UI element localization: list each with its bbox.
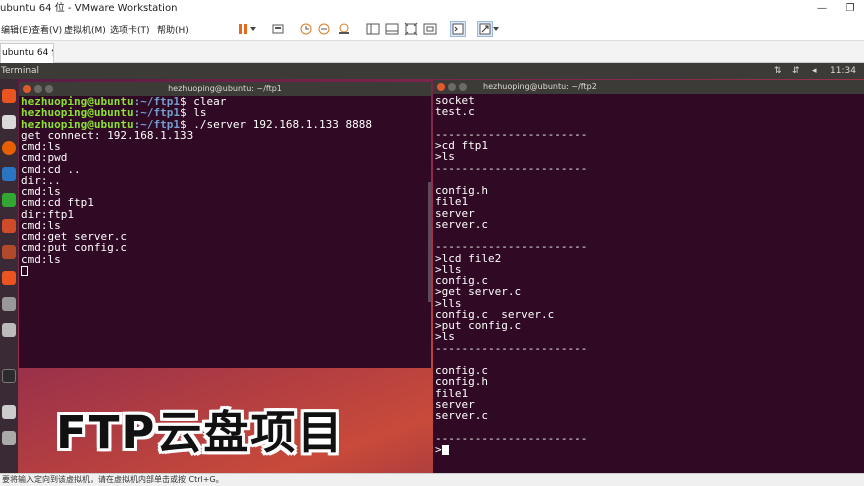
terminal-icon[interactable] [2, 369, 16, 383]
workspace-icon[interactable] [2, 405, 16, 419]
terminal-line: >get server.c [435, 285, 522, 299]
disk-icon[interactable] [2, 323, 16, 337]
ubuntu-top-panel: Terminal ⇅ ⇵ ◂ 11:34 PM [0, 63, 864, 92]
trash-icon[interactable] [2, 431, 16, 445]
close-icon[interactable] [437, 83, 445, 91]
terminal-line: cmd:cd .. [21, 162, 81, 176]
window-title: ubuntu 64 位 - VMware Workstation [0, 3, 178, 14]
video-caption: FTP云盘项目 [56, 406, 345, 459]
terminal-line: config.h [435, 375, 488, 389]
terminal-console-icon[interactable] [450, 21, 466, 37]
terminal-line: >cd ftp1 [435, 139, 488, 152]
menu-edit[interactable]: 编辑(E) [1, 23, 32, 36]
terminal-title: hezhuoping@ubuntu: ~/ftp2 [483, 82, 597, 91]
menu-help[interactable]: 帮助(H) [157, 23, 189, 36]
settings-icon[interactable] [2, 297, 16, 311]
amazon-icon[interactable] [2, 271, 16, 285]
chevron-down-icon[interactable] [492, 21, 500, 37]
terminal-line: >ls [435, 330, 455, 344]
terminal-line: file1 [435, 195, 469, 209]
terminal-line: cmd:ls [21, 140, 61, 153]
impress-icon[interactable] [2, 219, 16, 233]
terminal-line: ----------------------- [435, 341, 588, 355]
active-app-name: Terminal [1, 66, 40, 76]
network-icon[interactable]: ⇵ [792, 63, 800, 79]
terminal-line: server.c [435, 217, 488, 231]
terminal-line: server.c [435, 409, 488, 422]
vm-tab-label: ubuntu 64 位 [2, 48, 53, 58]
window-controls: — ❐ [808, 0, 864, 17]
text-cursor [21, 265, 28, 276]
menu-tabs[interactable]: 选项卡(T) [110, 23, 150, 36]
terminal-title: hezhuoping@ubuntu: ~/ftp1 [168, 84, 282, 93]
send-keys-icon[interactable] [270, 21, 286, 37]
keyboard-icon[interactable]: ⇅ [774, 63, 782, 79]
terminal-window-ftp1[interactable]: hezhuoping@ubuntu: ~/ftp1 hezhuoping@ubu… [19, 82, 431, 368]
terminal-output: hezhuoping@ubuntu:~/ftp1$ clear hezhuopin… [21, 96, 372, 276]
library-icon[interactable] [365, 21, 381, 37]
terminal-window-ftp2[interactable]: hezhuoping@ubuntu: ~/ftp2 socket test.c -… [433, 80, 864, 473]
minimize-button[interactable]: — [808, 0, 836, 17]
terminal-line: ----------------------- [435, 240, 588, 254]
menu-view[interactable]: 查看(V) [31, 23, 62, 36]
command-text: $ ./server 192.168.1.133 8888 [179, 117, 373, 131]
ubuntu-dash-icon[interactable] [2, 89, 16, 103]
minimize-icon[interactable] [448, 83, 456, 91]
restore-button[interactable]: ❐ [836, 0, 864, 17]
software-center-icon[interactable] [2, 245, 16, 259]
terminal-line: cmd:put config.c [21, 241, 127, 255]
terminal-line: > [435, 443, 587, 455]
terminal-line: cmd:ls [21, 252, 61, 266]
terminal-line: cmd:pwd [21, 151, 68, 165]
files-icon[interactable] [2, 115, 16, 129]
terminal-line: >put config.c [435, 319, 522, 332]
terminal-line: dir:.. [21, 173, 61, 187]
unity-icon[interactable] [422, 21, 438, 37]
terminal-titlebar: hezhuoping@ubuntu: ~/ftp2 [433, 80, 864, 94]
terminal-line: ----------------------- [435, 431, 588, 445]
fullscreen-icon[interactable] [403, 21, 419, 37]
terminal-line: test.c [435, 105, 475, 119]
title-bar: ubuntu 64 位 - VMware Workstation — ❐ [0, 0, 864, 17]
terminal-line: >ls [435, 150, 455, 164]
vm-tab-strip: ubuntu 64 位 ✕ [0, 41, 864, 63]
firefox-icon[interactable] [2, 141, 16, 155]
maximize-icon[interactable] [459, 83, 467, 91]
snapshot-icon[interactable] [298, 21, 314, 37]
revert-snapshot-icon[interactable] [316, 21, 332, 37]
vm-tab[interactable]: ubuntu 64 位 ✕ [0, 43, 54, 63]
snapshot-manager-icon[interactable] [336, 21, 352, 37]
calc-icon[interactable] [2, 193, 16, 207]
vmware-window: ubuntu 64 位 - VMware Workstation — ❐ 编辑(… [0, 0, 864, 486]
menu-vm[interactable]: 虚拟机(M) [64, 23, 106, 36]
window-buttons [437, 83, 467, 91]
terminal-line: cmd:cd ftp1 [21, 196, 94, 210]
terminal-line: get connect: 192.168.1.133 [21, 128, 194, 142]
terminal-output: socket test.c ----------------------- >cd … [435, 95, 587, 455]
menu-bar: 编辑(E) 查看(V) 虚拟机(M) 选项卡(T) 帮助(H) [0, 17, 864, 41]
chevron-down-icon[interactable] [248, 21, 258, 37]
writer-icon[interactable] [2, 167, 16, 181]
console-view-icon[interactable] [384, 21, 400, 37]
scrollbar[interactable] [428, 182, 431, 302]
unity-launcher [0, 79, 18, 473]
volume-icon[interactable]: ◂ [812, 63, 817, 79]
terminal-line: dir:ftp1 [21, 207, 74, 221]
text-cursor [441, 444, 449, 455]
terminal-line: ----------------------- [435, 161, 588, 175]
stretch-view-icon[interactable] [477, 21, 493, 37]
status-text: 要将输入定向到该虚拟机，请在虚拟机内部单击或按 Ctrl+G。 [2, 475, 224, 484]
terminal-titlebar: hezhuoping@ubuntu: ~/ftp1 [19, 82, 431, 96]
status-bar: 要将输入定向到该虚拟机，请在虚拟机内部单击或按 Ctrl+G。 [0, 473, 864, 486]
